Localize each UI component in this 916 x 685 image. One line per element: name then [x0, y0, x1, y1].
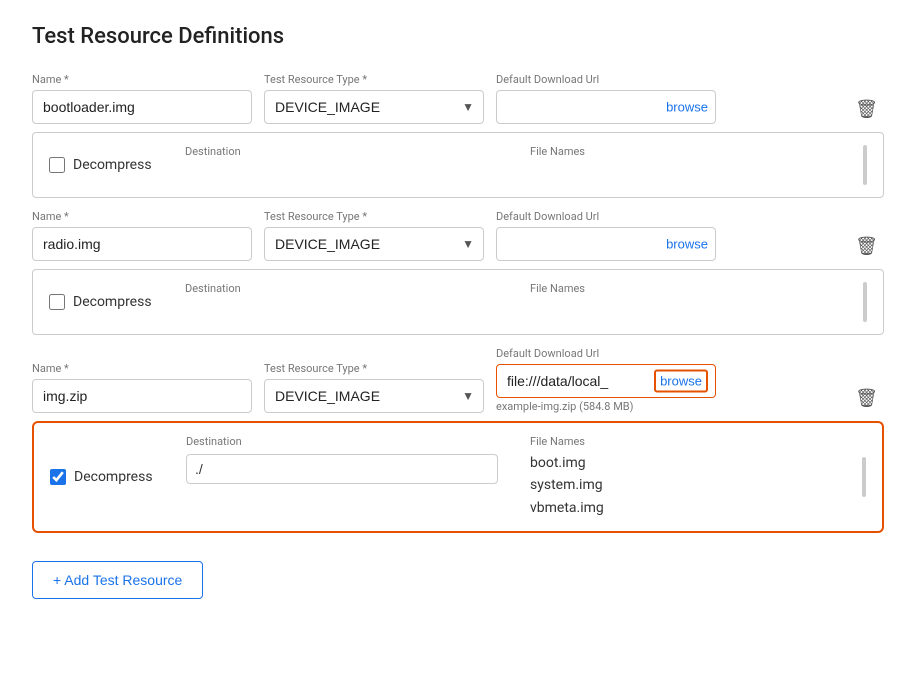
url-sub-text-2: example-img.zip (584.8 MB): [496, 400, 716, 413]
filenames-text-2: boot.imgsystem.imgvbmeta.img: [530, 452, 842, 519]
url-label-0: Default Download Url: [496, 73, 716, 86]
url-wrapper-1: browse: [496, 227, 716, 261]
url-group-2: Default Download Url browse example-img.…: [496, 347, 716, 413]
decompress-label-1: Decompress: [73, 294, 152, 310]
destination-area-0: Destination: [169, 145, 514, 185]
url-wrapper-2: browse: [496, 364, 716, 398]
name-group-2: Name *: [32, 362, 252, 413]
resource-row-1: Name * Test Resource Type * DEVICE_IMAGE…: [32, 210, 884, 265]
resource-fields-2: Name * Test Resource Type * DEVICE_IMAGE…: [32, 347, 849, 413]
scroll-handle-2[interactable]: [862, 457, 866, 497]
resource-row-0: Name * Test Resource Type * DEVICE_IMAGE…: [32, 73, 884, 128]
filenames-label-0: File Names: [530, 145, 843, 158]
filenames-label-2: File Names: [530, 435, 842, 448]
filenames-area-2: File Names boot.imgsystem.imgvbmeta.img: [514, 435, 858, 519]
url-group-1: Default Download Url browse: [496, 210, 716, 261]
type-select-2[interactable]: DEVICE_IMAGE: [264, 379, 484, 413]
decompress-checkbox-0[interactable]: [49, 157, 65, 173]
url-wrapper-0: browse: [496, 90, 716, 124]
decompress-check-area-2: Decompress: [50, 435, 170, 519]
type-select-wrapper-1: DEVICE_IMAGE ▼: [264, 227, 484, 261]
destination-label-1: Destination: [185, 282, 498, 295]
delete-button-0[interactable]: 🗑: [849, 93, 884, 126]
resource-fields-1: Name * Test Resource Type * DEVICE_IMAGE…: [32, 210, 849, 261]
type-group-1: Test Resource Type * DEVICE_IMAGE ▼: [264, 210, 484, 261]
decompress-row-0: Decompress Destination File Names: [32, 132, 884, 198]
delete-button-2[interactable]: 🗑: [849, 382, 884, 415]
destination-input-0[interactable]: [185, 164, 498, 180]
destination-input-2[interactable]: [186, 454, 498, 484]
name-input-1[interactable]: [32, 227, 252, 261]
name-label-2: Name *: [32, 362, 252, 375]
resource-section-1: Name * Test Resource Type * DEVICE_IMAGE…: [32, 210, 884, 335]
resource-section-2: Name * Test Resource Type * DEVICE_IMAGE…: [32, 347, 884, 533]
decompress-check-area-1: Decompress: [49, 282, 169, 322]
type-group-2: Test Resource Type * DEVICE_IMAGE ▼: [264, 362, 484, 413]
page-title: Test Resource Definitions: [32, 24, 884, 49]
type-label-1: Test Resource Type *: [264, 210, 484, 223]
destination-label-0: Destination: [185, 145, 498, 158]
url-group-0: Default Download Url browse: [496, 73, 716, 124]
destination-area-2: Destination: [170, 435, 514, 519]
type-select-wrapper-0: DEVICE_IMAGE ▼: [264, 90, 484, 124]
type-label-2: Test Resource Type *: [264, 362, 484, 375]
decompress-checkbox-2[interactable]: [50, 469, 66, 485]
filenames-area-1: File Names: [514, 282, 859, 322]
filenames-area-0: File Names: [514, 145, 859, 185]
browse-button-2[interactable]: browse: [654, 370, 708, 393]
resource-section-0: Name * Test Resource Type * DEVICE_IMAGE…: [32, 73, 884, 198]
delete-button-1[interactable]: 🗑: [849, 230, 884, 263]
name-group-0: Name *: [32, 73, 252, 124]
decompress-checkbox-1[interactable]: [49, 294, 65, 310]
filenames-label-1: File Names: [530, 282, 843, 295]
type-select-0[interactable]: DEVICE_IMAGE: [264, 90, 484, 124]
browse-button-0[interactable]: browse: [666, 100, 708, 115]
name-label-1: Name *: [32, 210, 252, 223]
destination-input-1[interactable]: [185, 301, 498, 317]
decompress-row-1: Decompress Destination File Names: [32, 269, 884, 335]
type-select-wrapper-2: DEVICE_IMAGE ▼: [264, 379, 484, 413]
add-test-resource-button[interactable]: + Add Test Resource: [32, 561, 203, 599]
url-label-1: Default Download Url: [496, 210, 716, 223]
name-label-0: Name *: [32, 73, 252, 86]
resources-container: Name * Test Resource Type * DEVICE_IMAGE…: [32, 73, 884, 533]
url-label-2: Default Download Url: [496, 347, 716, 360]
name-input-2[interactable]: [32, 379, 252, 413]
decompress-row-2: Decompress Destination File Names boot.im…: [32, 421, 884, 533]
browse-button-1[interactable]: browse: [666, 237, 708, 252]
destination-label-2: Destination: [186, 435, 498, 448]
decompress-label-2: Decompress: [74, 469, 153, 485]
name-group-1: Name *: [32, 210, 252, 261]
scroll-handle-0[interactable]: [863, 145, 867, 185]
destination-area-1: Destination: [169, 282, 514, 322]
decompress-check-area-0: Decompress: [49, 145, 169, 185]
type-select-1[interactable]: DEVICE_IMAGE: [264, 227, 484, 261]
name-input-0[interactable]: [32, 90, 252, 124]
decompress-label-0: Decompress: [73, 157, 152, 173]
scroll-handle-1[interactable]: [863, 282, 867, 322]
resource-row-2: Name * Test Resource Type * DEVICE_IMAGE…: [32, 347, 884, 417]
type-group-0: Test Resource Type * DEVICE_IMAGE ▼: [264, 73, 484, 124]
type-label-0: Test Resource Type *: [264, 73, 484, 86]
resource-fields-0: Name * Test Resource Type * DEVICE_IMAGE…: [32, 73, 849, 124]
